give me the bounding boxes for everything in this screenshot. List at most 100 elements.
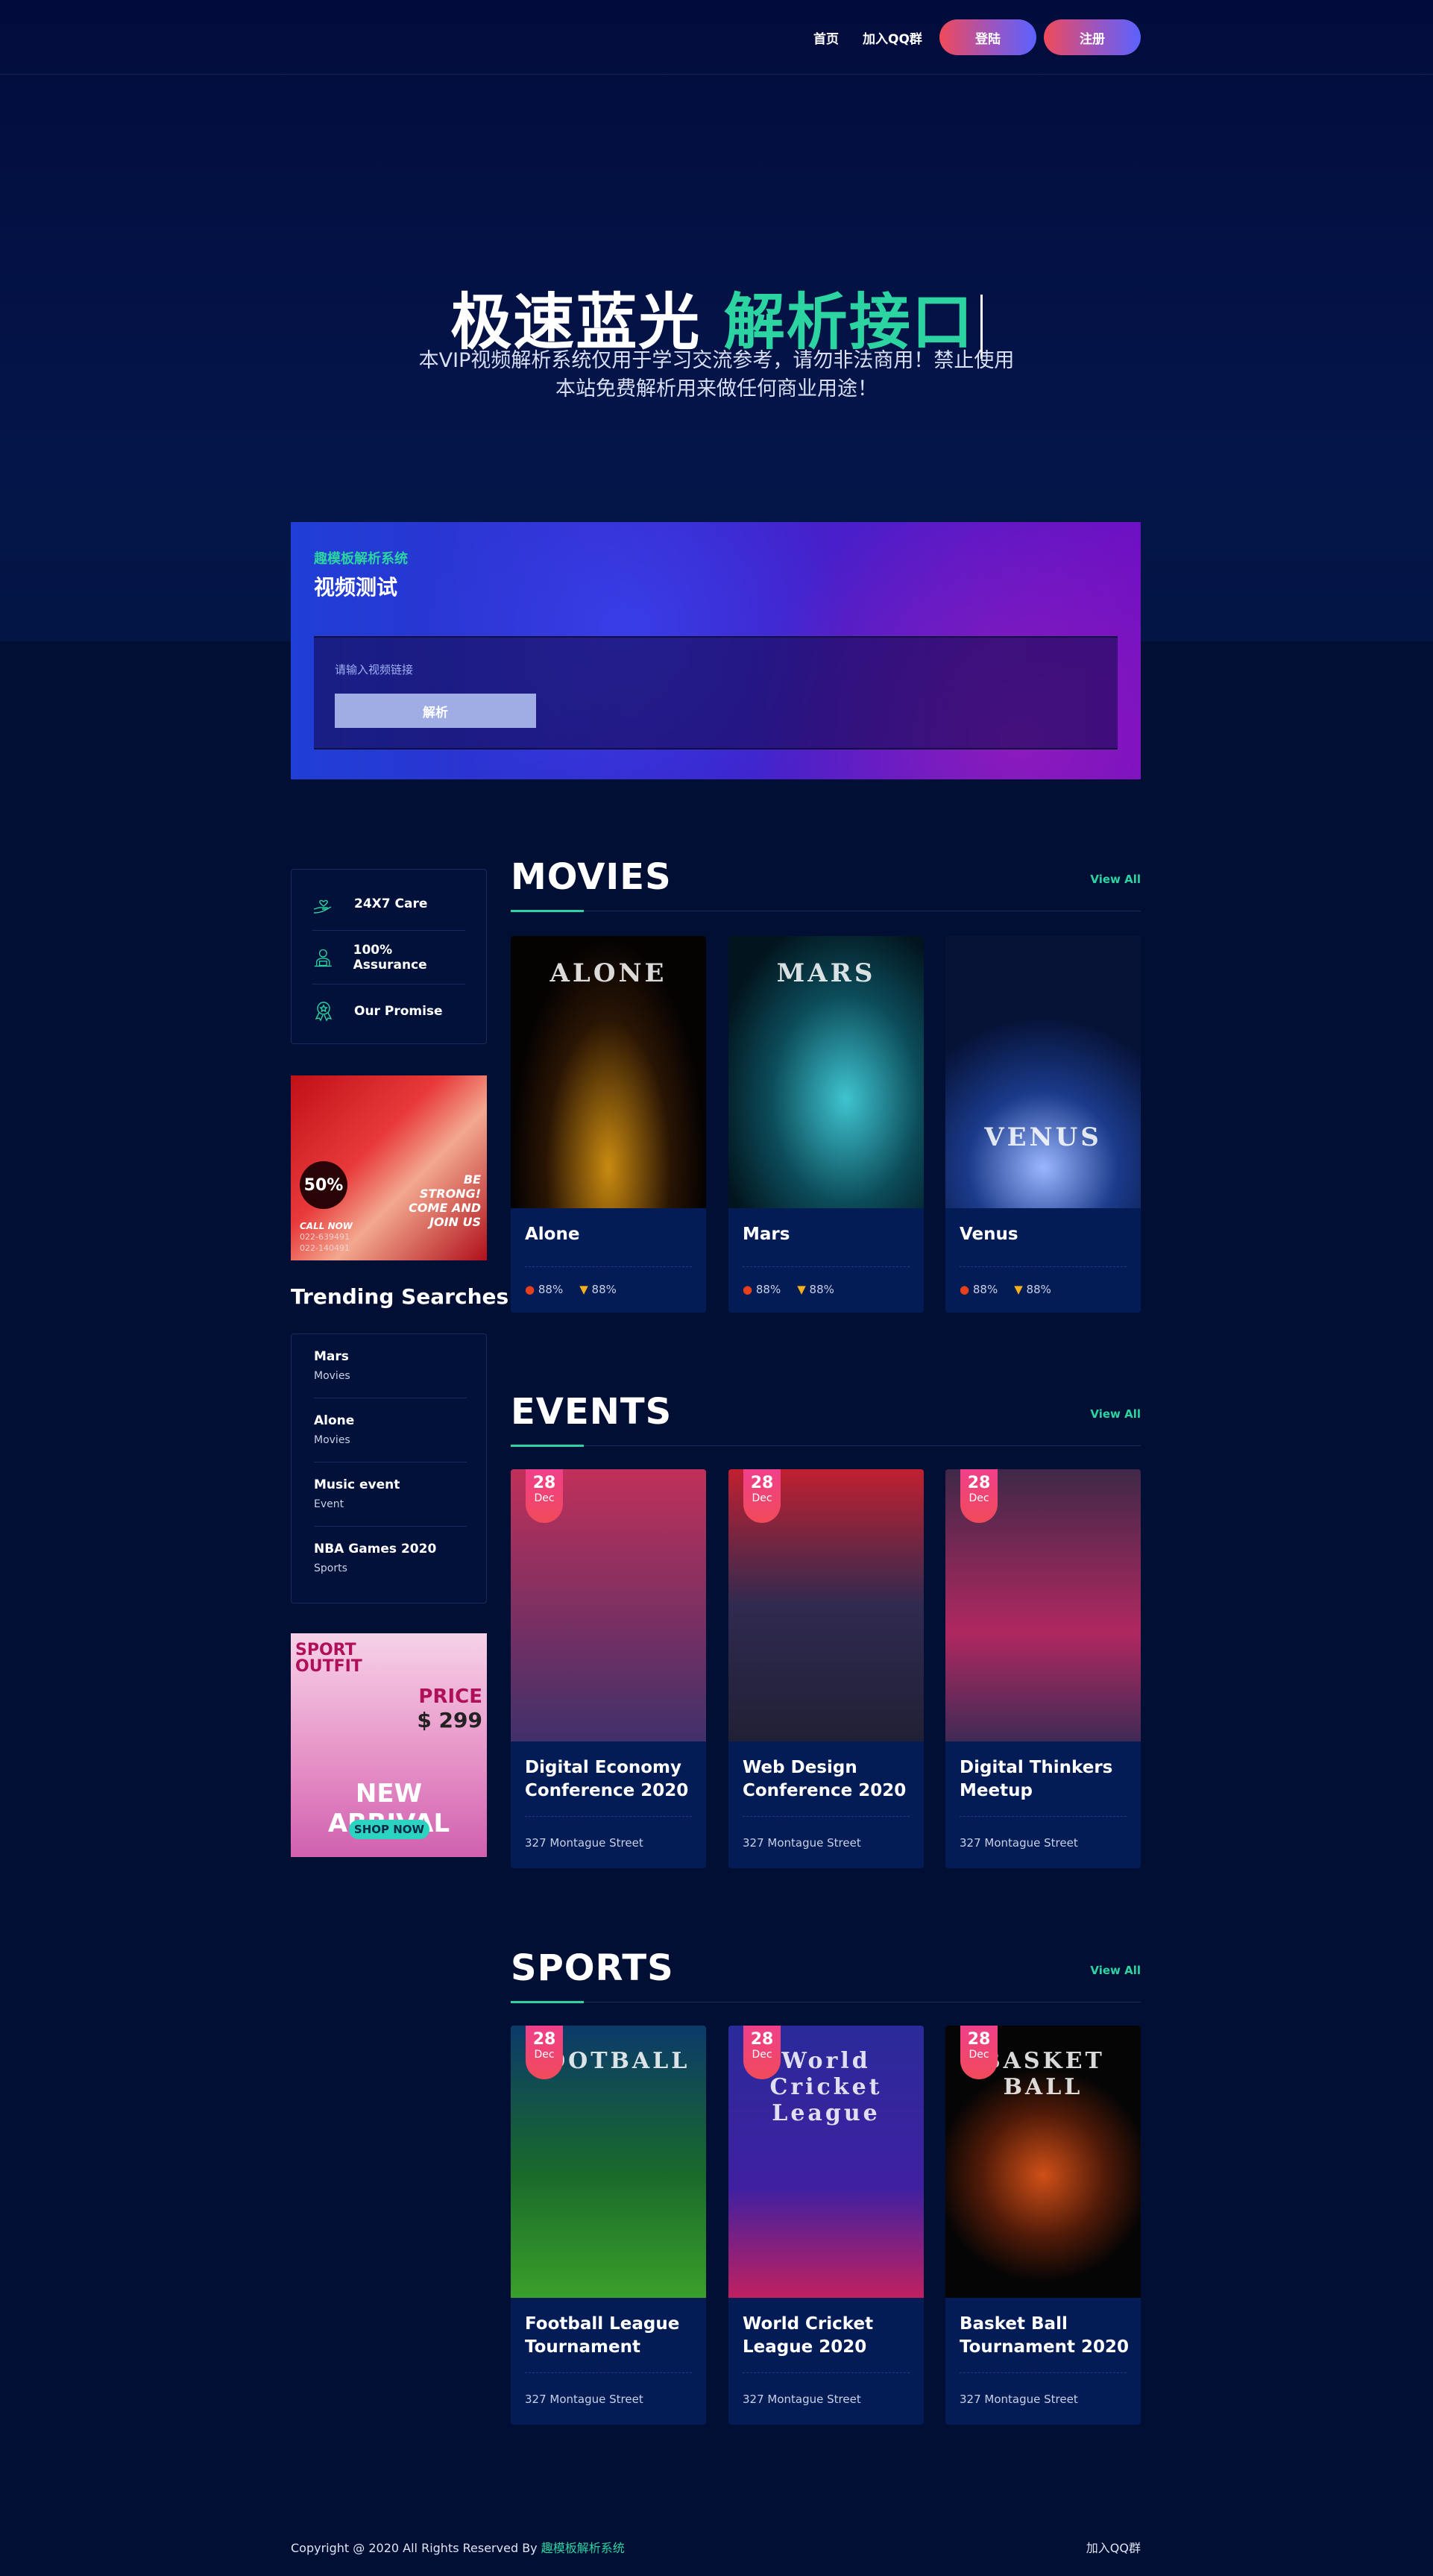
movie-card[interactable]: MARS Mars ● 88% ▼ 88% — [728, 936, 924, 1313]
event-image: World Cricket League 28 Dec — [728, 2026, 924, 2298]
popcorn-rating: ▼ 88% — [797, 1283, 834, 1296]
parse-button[interactable]: 解析 — [335, 694, 536, 728]
sport-outfit-ad-banner[interactable]: SPORT OUTFIT PRICE $ 299 NEW ARRIVAL SHO… — [291, 1633, 487, 1857]
trending-item[interactable]: Mars Movies — [314, 1334, 467, 1398]
parser-brand: 趣模板解析系统 — [314, 551, 408, 567]
poster-text: ALONE — [549, 958, 667, 988]
trending-category: Sports — [314, 1562, 347, 1574]
nav-home[interactable]: 首页 — [813, 28, 839, 47]
card-title[interactable]: Alone — [525, 1223, 696, 1246]
gym-ad-banner[interactable]: 50% BE STRONG! COME AND JOIN US CALL NOW… — [291, 1075, 487, 1260]
date-month: Dec — [534, 2049, 555, 2061]
date-day: 28 — [750, 2030, 774, 2049]
popcorn-rating: ▼ 88% — [1014, 1283, 1051, 1296]
feature-label: 24X7 Care — [354, 896, 428, 911]
trending-title: Trending Searches — [291, 1284, 509, 1309]
trending-item[interactable]: Music event Event — [314, 1463, 467, 1527]
subtitle-line: 本VIP视频解析系统仅用于学习交流参考，请勿非法商用！禁止使用 — [418, 349, 1015, 372]
event-address: 327 Montague Street — [525, 1836, 643, 1850]
events-header: EVENTS View All — [511, 1391, 1141, 1447]
ad-price-label: PRICE — [418, 1686, 482, 1708]
movie-poster: VENUS — [945, 936, 1141, 1208]
divider — [960, 1816, 1127, 1817]
feature-label: Our Promise — [354, 1004, 443, 1019]
divider — [743, 1816, 910, 1817]
card-title[interactable]: Web Design Conference 2020 — [743, 1756, 914, 1803]
date-day: 28 — [750, 1474, 774, 1492]
events-view-all-link[interactable]: View All — [1090, 1407, 1141, 1421]
sport-card[interactable]: FOOTBALL 28 Dec Football League Tournament 3… — [511, 2026, 706, 2425]
hero-subtitle: 本VIP视频解析系统仅用于学习交流参考，请勿非法商用！禁止使用 本站免费解析用来做… — [0, 347, 1433, 403]
card-meta: 327 Montague Street — [743, 1836, 861, 1850]
popcorn-icon: ▼ — [1014, 1283, 1023, 1296]
event-card[interactable]: 28 Dec Digital Thinkers Meetup 327 Montague… — [945, 1469, 1141, 1868]
sport-card[interactable]: World Cricket League 28 Dec World Cricket L… — [728, 2026, 924, 2425]
card-meta: ● 88% ▼ 88% — [743, 1283, 834, 1296]
divider — [743, 1266, 910, 1267]
movie-poster: ALONE — [511, 936, 706, 1208]
section-title: MOVIES — [511, 856, 672, 898]
footer: Copyright @ 2020 All Rights Reserved By … — [291, 2538, 1141, 2556]
divider — [743, 2372, 910, 2373]
divider — [525, 1266, 692, 1267]
card-meta: 327 Montague Street — [525, 1836, 643, 1850]
date-month: Dec — [969, 1492, 989, 1504]
footer-join-qq-link[interactable]: 加入QQ群 — [1086, 2538, 1141, 2556]
date-badge: 28 Dec — [743, 1469, 781, 1523]
login-button[interactable]: 登陆 — [939, 19, 1036, 55]
date-day: 28 — [532, 2030, 556, 2049]
top-nav: 首页 加入QQ群 登陆 注册 — [0, 0, 1433, 75]
trending-category: Event — [314, 1498, 344, 1510]
trending-name: Alone — [314, 1413, 355, 1428]
trending-item[interactable]: NBA Games 2020 Sports — [314, 1527, 467, 1591]
ad-phone: 022-140491 — [300, 1243, 350, 1253]
video-url-input[interactable] — [335, 664, 708, 676]
divider — [525, 1816, 692, 1817]
card-title[interactable]: Mars — [743, 1223, 914, 1246]
event-address: 327 Montague Street — [960, 2393, 1078, 2406]
popcorn-icon: ▼ — [579, 1283, 588, 1296]
nav-join-qq[interactable]: 加入QQ群 — [863, 28, 922, 47]
date-month: Dec — [752, 1492, 772, 1504]
ad-slogan: BE STRONG! COME AND JOIN US — [409, 1172, 481, 1229]
card-title[interactable]: Venus — [960, 1223, 1131, 1246]
trending-item[interactable]: Alone Movies — [314, 1398, 467, 1463]
divider — [960, 2372, 1127, 2373]
rating-value: 88% — [538, 1283, 564, 1296]
parser-title: 视频测试 — [314, 575, 398, 600]
event-address: 327 Montague Street — [525, 2393, 643, 2406]
rating-value: 88% — [755, 1283, 781, 1296]
parser-banner: 趣模板解析系统 视频测试 解析 — [291, 522, 1141, 779]
tomato-rating: ● 88% — [743, 1283, 781, 1296]
title-underline — [511, 910, 584, 912]
sports-view-all-link[interactable]: View All — [1090, 1964, 1141, 1977]
ad-call: CALL NOW — [300, 1221, 353, 1231]
section-title: EVENTS — [511, 1391, 673, 1433]
card-title[interactable]: World Cricket League 2020 — [743, 2313, 914, 2359]
register-button[interactable]: 注册 — [1044, 19, 1141, 55]
trending-name: NBA Games 2020 — [314, 1542, 437, 1556]
trending-name: Music event — [314, 1477, 400, 1492]
card-title[interactable]: Basket Ball Tournament 2020 — [960, 2313, 1131, 2359]
event-image: 28 Dec — [728, 1469, 924, 1741]
card-title[interactable]: Football League Tournament — [525, 2313, 696, 2359]
event-image: BASKET BALL 28 Dec — [945, 2026, 1141, 2298]
card-meta: ● 88% ▼ 88% — [960, 1283, 1051, 1296]
ad-top: SPORT OUTFIT — [295, 1641, 362, 1676]
movie-card[interactable]: VENUS Venus ● 88% ▼ 88% — [945, 936, 1141, 1313]
card-title[interactable]: Digital Economy Conference 2020 — [525, 1756, 696, 1803]
poster-text: MARS — [776, 958, 876, 988]
trending-list: Mars Movies Alone Movies Music event Event … — [291, 1333, 487, 1603]
footer-brand-link[interactable]: 趣模板解析系统 — [541, 2541, 625, 2555]
event-card[interactable]: 28 Dec Web Design Conference 2020 327 Monta… — [728, 1469, 924, 1868]
date-badge: 28 Dec — [960, 2026, 998, 2079]
date-badge: 28 Dec — [526, 2026, 563, 2079]
event-image: 28 Dec — [945, 1469, 1141, 1741]
movies-view-all-link[interactable]: View All — [1090, 873, 1141, 886]
card-meta: 327 Montague Street — [743, 2393, 861, 2406]
card-title[interactable]: Digital Thinkers Meetup — [960, 1756, 1131, 1803]
event-card[interactable]: 28 Dec Digital Economy Conference 2020 327 … — [511, 1469, 706, 1868]
sport-card[interactable]: BASKET BALL 28 Dec Basket Ball Tournament 2… — [945, 2026, 1141, 2425]
movie-card[interactable]: ALONE Alone ● 88% ▼ 88% — [511, 936, 706, 1313]
date-badge: 28 Dec — [743, 2026, 781, 2079]
